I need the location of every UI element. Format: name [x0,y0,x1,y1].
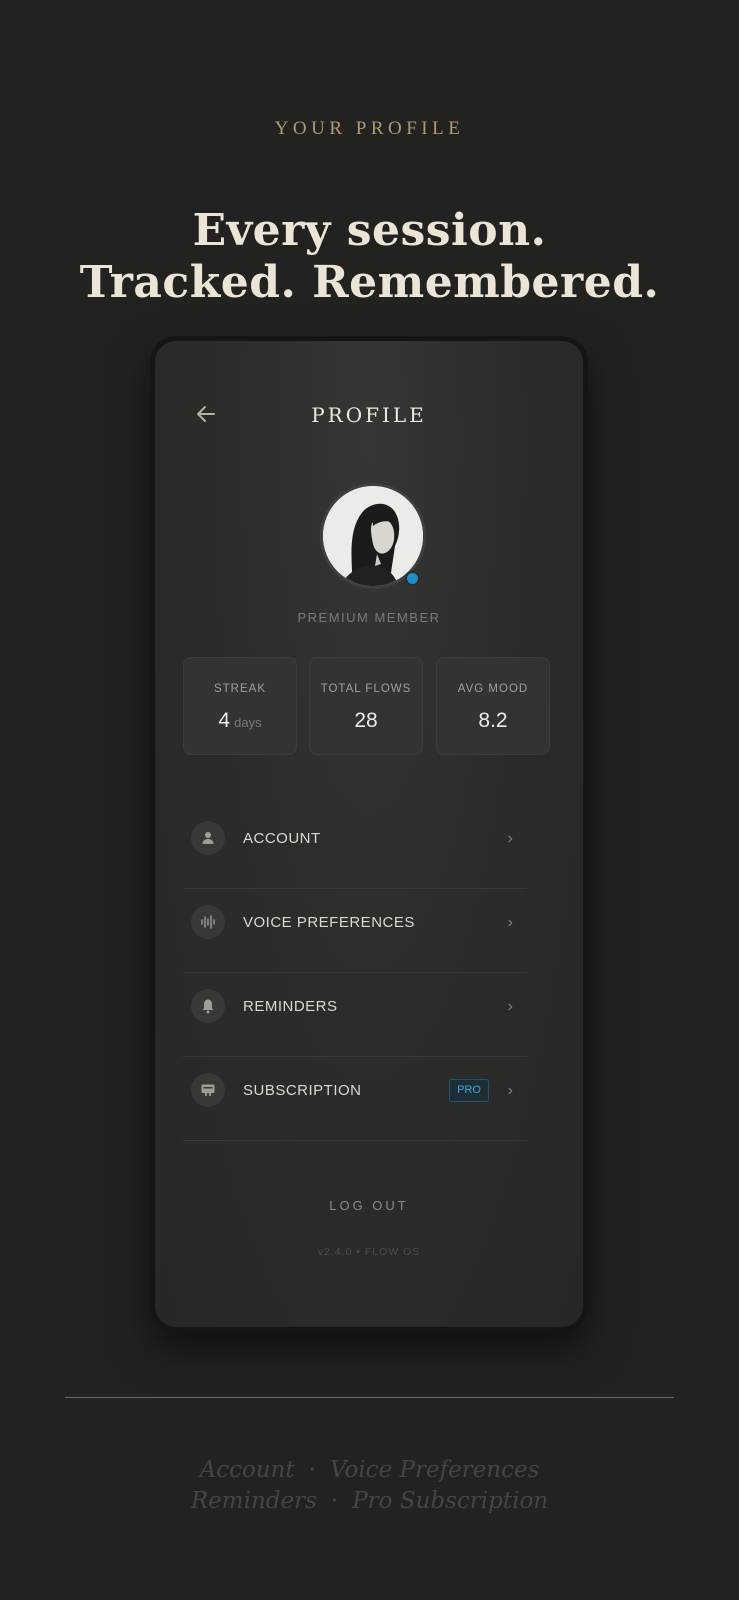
stat-card-avg-mood: AVG MOOD 8.2 [436,657,550,755]
membership-label: PREMIUM MEMBER [297,610,441,625]
phone-frame: PROFILE PREMIUM MEMBER STREAK 4 days TOTA… [150,336,588,1332]
footer-item: Pro Subscription [352,1488,549,1514]
menu-item-subscription[interactable]: SUBSCRIPTION PRO › [183,1056,527,1141]
screen-title: PROFILE [311,403,427,427]
footer-line-2: Reminders · Pro Subscription [0,1488,739,1514]
menu-label: REMINDERS [243,998,338,1015]
chevron-right-icon: › [507,914,513,931]
stat-label: TOTAL FLOWS [320,683,412,695]
footer-item: Voice Preferences [329,1457,540,1483]
footer-divider [65,1397,674,1398]
waveform-icon [191,905,225,939]
person-icon [191,821,225,855]
stat-value: 8.2 [478,709,508,732]
menu-label: ACCOUNT [243,830,321,847]
menu-label: SUBSCRIPTION [243,1082,362,1099]
chevron-right-icon: › [507,998,513,1015]
stat-value: 4 [218,709,231,732]
stat-value: 28 [354,709,378,732]
footer-separator: · [308,1457,316,1483]
logout-button[interactable]: LOG OUT [155,1198,583,1213]
menu-item-account[interactable]: ACCOUNT › [183,804,527,889]
menu-item-voice-preferences[interactable]: VOICE PREFERENCES › [183,888,527,973]
footer-item: Account [199,1457,295,1483]
section-eyebrow: YOUR PROFILE [274,118,465,139]
card-icon [191,1073,225,1107]
profile-screen: PROFILE PREMIUM MEMBER STREAK 4 days TOTA… [155,341,583,1327]
headline: Every session. Tracked. Remembered. [0,205,739,309]
stat-label: STREAK [213,683,266,695]
headline-line-1: Every session. [192,205,547,256]
stat-card-streak: STREAK 4 days [183,657,297,755]
version-label: v2.4.0 • FLOW OS [317,1246,421,1258]
footer-separator: · [330,1488,339,1514]
chevron-right-icon: › [507,1082,513,1099]
chevron-right-icon: › [507,830,513,847]
stat-card-total-flows: TOTAL FLOWS 28 [309,657,423,755]
menu-label: VOICE PREFERENCES [243,914,415,931]
bell-icon [191,989,225,1023]
pro-badge: PRO [449,1079,489,1102]
footer-item: Reminders [190,1488,317,1514]
stat-unit: days [234,715,262,730]
stat-label: AVG MOOD [457,683,529,695]
headline-line-2: Tracked. Remembered. [79,257,660,308]
online-status-dot [405,571,420,586]
footer-line-1: Account · Voice Preferences [0,1457,739,1483]
menu-item-reminders[interactable]: REMINDERS › [183,972,527,1057]
